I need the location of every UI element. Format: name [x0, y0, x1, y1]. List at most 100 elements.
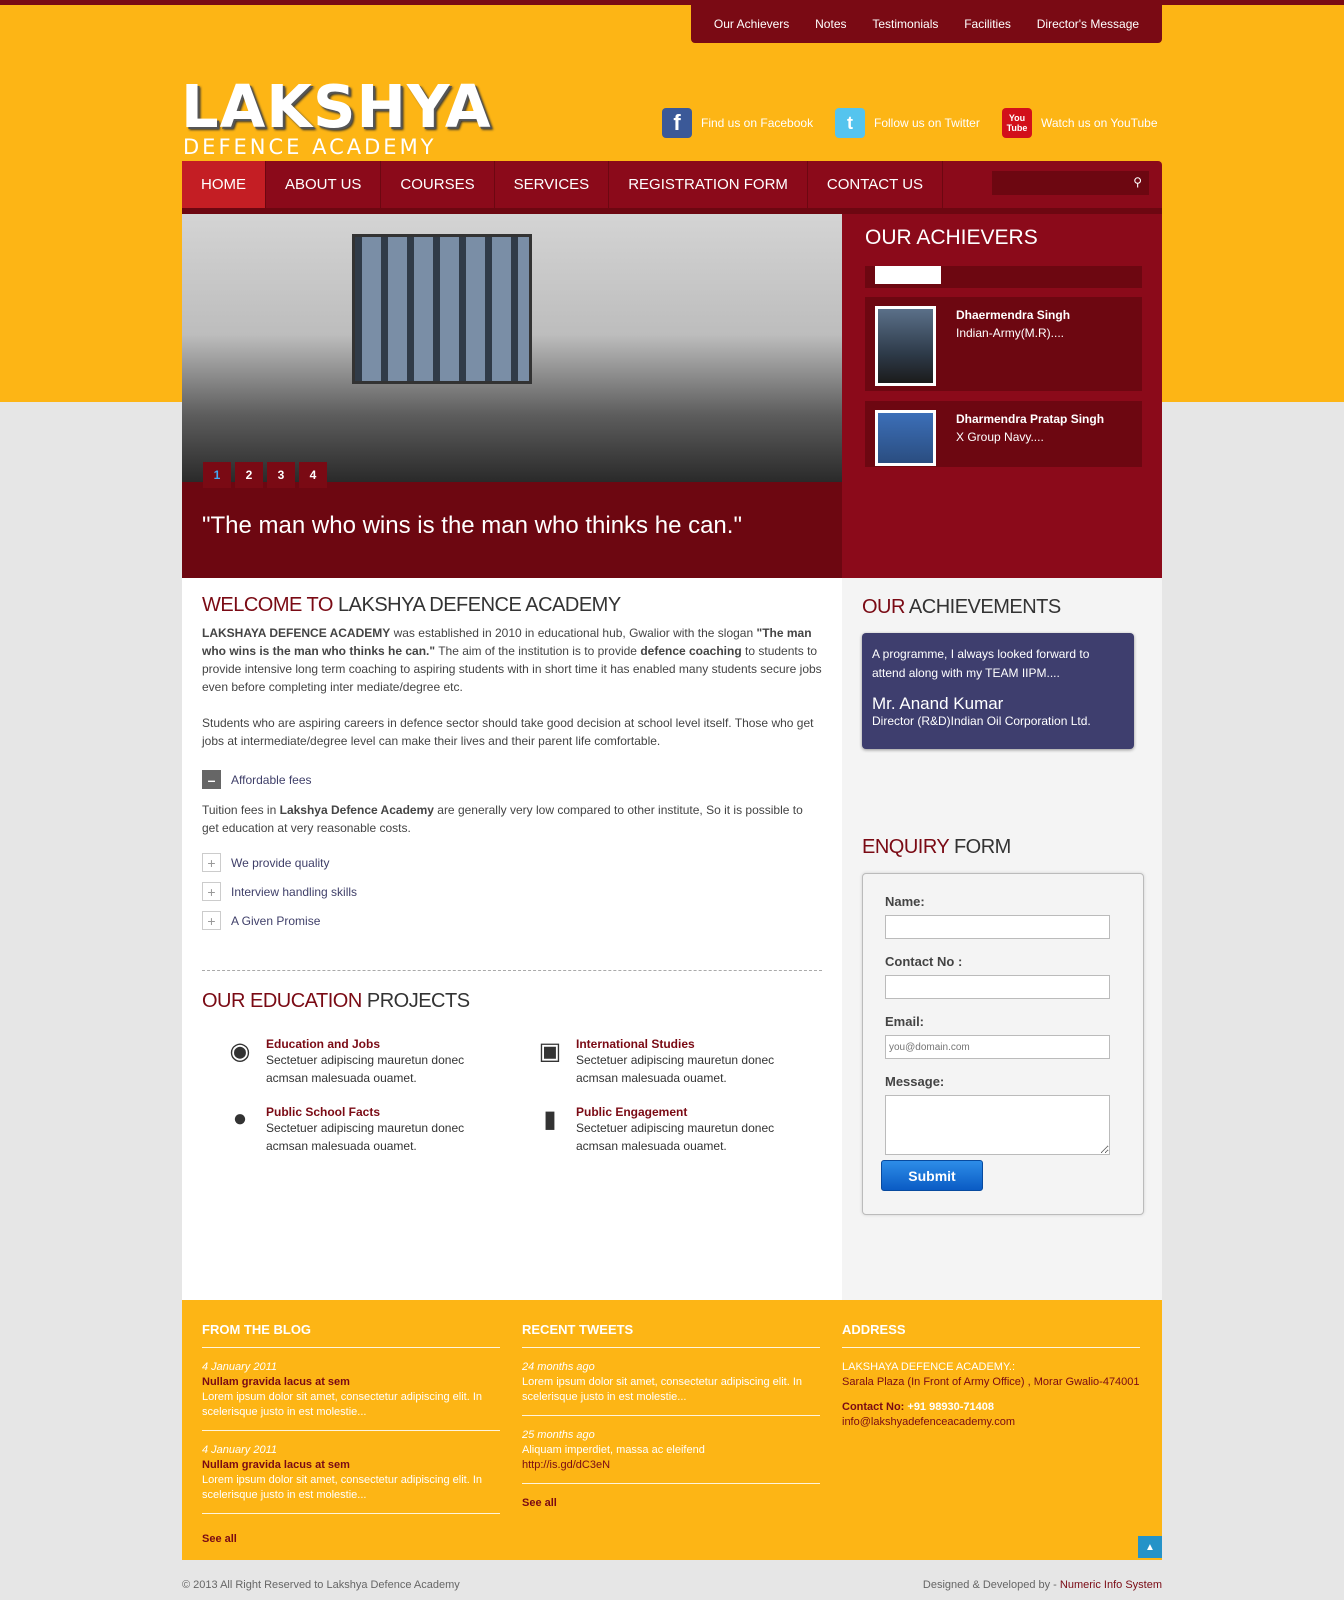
- accordion-title: A Given Promise: [231, 913, 321, 928]
- welcome-section: WELCOME TO LAKSHYA DEFENCE ACADEMY LAKSH…: [202, 594, 822, 930]
- credit-link[interactable]: Numeric Info System: [1060, 1579, 1162, 1591]
- achievements-title: OUR ACHIEVEMENTS: [862, 596, 1061, 618]
- achiever-photo: [875, 410, 936, 466]
- achiever-item[interactable]: Dharmendra Pratap Singh X Group Navy....: [865, 401, 1142, 467]
- top-link-achievers[interactable]: Our Achievers: [714, 17, 789, 31]
- twitter-label: Follow us on Twitter: [874, 116, 980, 130]
- project-title: International Studies: [576, 1037, 695, 1051]
- achiever-item[interactable]: Dhaermendra Singh Indian-Army(M.R)....: [865, 297, 1142, 391]
- contact-label: Contact No :: [885, 954, 963, 969]
- submit-button[interactable]: Submit: [881, 1160, 983, 1191]
- credit: Designed & Developed by - Numeric Info S…: [922, 1579, 1162, 1591]
- achievements-section: OUR ACHIEVEMENTS A programme, I always l…: [862, 596, 1142, 749]
- address-org: LAKSHAYA DEFENCE ACADEMY.:: [842, 1361, 1016, 1373]
- top-link-notes[interactable]: Notes: [815, 17, 846, 31]
- twitter-link[interactable]: t Follow us on Twitter: [835, 108, 980, 138]
- main-nav: HOME ABOUT US COURSES SERVICES REGISTRAT…: [182, 161, 1162, 208]
- search-icon[interactable]: ⚲: [1133, 175, 1142, 189]
- footer: FROM THE BLOG 4 January 2011 Nullam grav…: [182, 1300, 1162, 1560]
- youtube-icon: You Tube: [1002, 108, 1032, 138]
- slider-pagination: 1 2 3 4: [203, 462, 327, 488]
- project-item[interactable]: ▣ International Studies Sectetuer adipis…: [512, 1037, 822, 1087]
- slider-quote: "The man who wins is the man who thinks …: [182, 482, 842, 578]
- project-desc: Sectetuer adipiscing mauretun donec acms…: [576, 1121, 775, 1153]
- welcome-paragraph-2: Students who are aspiring careers in def…: [202, 716, 814, 748]
- testimonial-card: A programme, I always looked forward to …: [862, 633, 1134, 749]
- accordion-content: Tuition fees in Lakshya Defence Academy …: [202, 803, 803, 835]
- achievers-title: OUR ACHIEVERS: [865, 226, 1038, 249]
- top-link-facilities[interactable]: Facilities: [964, 17, 1011, 31]
- facebook-link[interactable]: f Find us on Facebook: [662, 108, 813, 138]
- email-label: Email:: [885, 1014, 925, 1029]
- accordion-affordable-fees[interactable]: – Affordable fees: [202, 770, 822, 789]
- enquiry-form: Name: Contact No : Email: Message: Submi…: [862, 873, 1144, 1215]
- hero-section: "The man who wins is the man who thinks …: [182, 208, 1162, 578]
- plus-icon: +: [202, 911, 221, 930]
- footer-blog: FROM THE BLOG 4 January 2011 Nullam grav…: [202, 1322, 500, 1547]
- slide-dot-3[interactable]: 3: [267, 462, 295, 488]
- blog-see-all[interactable]: See all: [202, 1532, 500, 1547]
- achievers-panel: OUR ACHIEVERS Dhaermendra Singh Indian-A…: [845, 214, 1162, 578]
- blog-post-title[interactable]: Nullam gravida lacus at sem: [202, 1375, 500, 1390]
- slide-dot-2[interactable]: 2: [235, 462, 263, 488]
- contact-field[interactable]: [885, 975, 1110, 999]
- project-title: Education and Jobs: [266, 1037, 381, 1051]
- welcome-paragraph-1: LAKSHAYA DEFENCE ACADEMY was established…: [202, 626, 822, 694]
- project-item[interactable]: ● Public School Facts Sectetuer adipisci…: [202, 1105, 512, 1155]
- footer-blog-title: FROM THE BLOG: [202, 1322, 312, 1337]
- blog-post-text: Lorem ipsum dolor sit amet, consectetur …: [202, 1474, 483, 1501]
- project-desc: Sectetuer adipiscing mauretun donec acms…: [576, 1053, 775, 1085]
- tweets-see-all[interactable]: See all: [522, 1496, 820, 1511]
- blog-date: 4 January 2011: [202, 1361, 278, 1373]
- divider: [202, 970, 822, 971]
- address-email[interactable]: info@lakshyadefenceacademy.com: [842, 1415, 1140, 1430]
- welcome-title: WELCOME TO LAKSHYA DEFENCE ACADEMY: [202, 594, 621, 616]
- achiever-detail: X Group Navy....: [956, 430, 1044, 444]
- youtube-label: Watch us on YouTube: [1041, 116, 1158, 130]
- nav-about[interactable]: ABOUT US: [266, 161, 382, 208]
- accordion-title: Interview handling skills: [231, 884, 358, 899]
- projects-section: OUR EDUCATION PROJECTS ◉ Education and J…: [202, 990, 822, 1155]
- scroll-top-icon[interactable]: ▲: [1138, 1536, 1162, 1558]
- nav-services[interactable]: SERVICES: [495, 161, 610, 208]
- email-field[interactable]: [885, 1035, 1110, 1059]
- accordion-interview[interactable]: + Interview handling skills: [202, 882, 822, 901]
- top-links-bar: Our Achievers Notes Testimonials Facilit…: [691, 5, 1162, 43]
- clipboard-icon: ▣: [538, 1037, 562, 1065]
- slide-dot-1[interactable]: 1: [203, 462, 231, 488]
- slide-dot-4[interactable]: 4: [299, 462, 327, 488]
- project-item[interactable]: ◉ Education and Jobs Sectetuer adipiscin…: [202, 1037, 512, 1087]
- site-logo[interactable]: LAKSHYA DEFENCE ACADEMY: [181, 72, 492, 158]
- accordion-title: Affordable fees: [231, 772, 312, 787]
- nav-contact[interactable]: CONTACT US: [808, 161, 944, 208]
- contact-label: Contact No:: [842, 1401, 905, 1413]
- nav-home[interactable]: HOME: [182, 161, 266, 208]
- world-icon: ●: [232, 1105, 248, 1132]
- tweet-text: Aliquam imperdiet, massa ac eleifend: [522, 1444, 705, 1456]
- logo-title: LAKSHYA: [181, 72, 492, 141]
- minus-icon: –: [202, 770, 221, 789]
- project-title: Public Engagement: [576, 1105, 688, 1119]
- accordion-quality[interactable]: + We provide quality: [202, 853, 822, 872]
- nav-registration[interactable]: REGISTRATION FORM: [609, 161, 808, 208]
- folder-icon: ▮: [543, 1105, 557, 1133]
- plus-icon: +: [202, 882, 221, 901]
- tweet-text: Lorem ipsum dolor sit amet, consectetur …: [522, 1376, 803, 1403]
- name-field[interactable]: [885, 915, 1110, 939]
- youtube-link[interactable]: You Tube Watch us on YouTube: [1002, 108, 1158, 138]
- nav-courses[interactable]: COURSES: [381, 161, 495, 208]
- blog-post-title[interactable]: Nullam gravida lacus at sem: [202, 1458, 500, 1473]
- tweet-date: 24 months ago: [522, 1361, 595, 1373]
- copyright: © 2013 All Right Reserved to Lakshya Def…: [182, 1579, 460, 1591]
- tweet-link[interactable]: http://is.gd/dC3eN: [522, 1458, 820, 1473]
- top-link-directors-message[interactable]: Director's Message: [1037, 17, 1139, 31]
- top-link-testimonials[interactable]: Testimonials: [872, 17, 938, 31]
- accordion-promise[interactable]: + A Given Promise: [202, 911, 822, 930]
- search-input[interactable]: [992, 171, 1149, 195]
- footer-address-title: ADDRESS: [842, 1322, 906, 1337]
- contact-value: +91 98930-71408: [907, 1401, 994, 1413]
- project-title: Public School Facts: [266, 1105, 381, 1119]
- message-field[interactable]: [885, 1095, 1110, 1155]
- project-item[interactable]: ▮ Public Engagement Sectetuer adipiscing…: [512, 1105, 822, 1155]
- achievers-tab[interactable]: [875, 266, 941, 284]
